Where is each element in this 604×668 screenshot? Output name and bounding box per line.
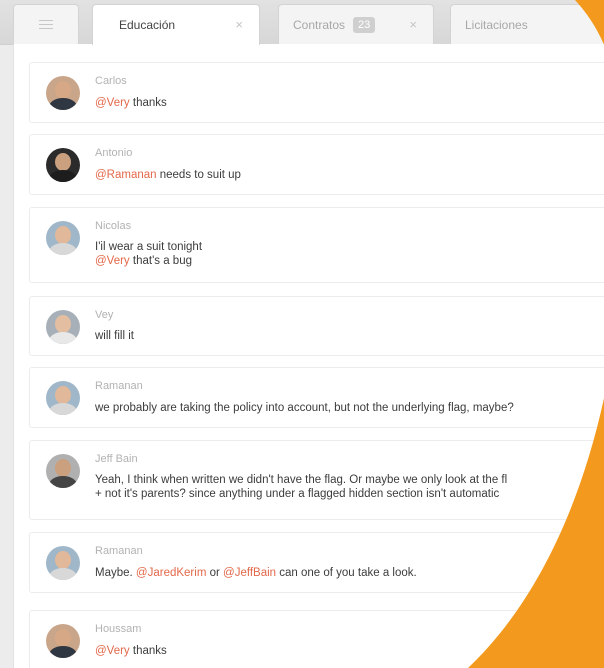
message-item[interactable]: Houssam @Very thanks <box>29 610 604 668</box>
author-name[interactable]: Jeff Bain <box>95 453 138 465</box>
mention-link[interactable]: @Ramanan <box>95 169 157 181</box>
author-name[interactable]: Ramanan <box>95 380 143 392</box>
author-name[interactable]: Ramanan <box>95 545 143 557</box>
mention-link[interactable]: @Very <box>95 97 130 109</box>
message-body: or <box>206 567 224 579</box>
avatar[interactable] <box>46 148 80 182</box>
author-name[interactable]: Nicolas <box>95 220 131 232</box>
close-icon[interactable]: × <box>235 17 243 32</box>
message-panel: Carlos @Very thanks Antonio @Ramanan nee… <box>13 44 604 668</box>
message-text: + not it's parents? since anything under… <box>95 488 500 500</box>
tab-educacion[interactable]: Educación × <box>92 4 260 45</box>
tab-licitaciones[interactable]: Licitaciones <box>450 4 604 44</box>
message-text: I'il wear a suit tonight <box>95 241 203 253</box>
tab-label: Contratos <box>293 17 346 32</box>
message-body: Maybe. <box>95 567 136 579</box>
message-body: that's a bug <box>129 255 192 267</box>
message-text: @Ramanan needs to suit up <box>95 168 241 182</box>
message-item[interactable]: Vey will fill it <box>29 296 604 356</box>
message-item[interactable]: Antonio @Ramanan needs to suit up <box>29 134 604 195</box>
tab-bar: Educación × Contratos 23 × Licitaciones <box>0 0 604 45</box>
message-text: Maybe. @JaredKerim or @JeffBain can one … <box>95 566 417 580</box>
avatar[interactable] <box>46 454 80 488</box>
avatar[interactable] <box>46 221 80 255</box>
message-body: thanks <box>129 97 167 109</box>
mention-link[interactable]: @JaredKerim <box>136 567 206 579</box>
message-text: we probably are taking the policy into a… <box>95 402 514 414</box>
avatar[interactable] <box>46 624 80 658</box>
avatar[interactable] <box>46 381 80 415</box>
chat-app: Educación × Contratos 23 × Licitaciones … <box>0 0 604 668</box>
mention-link[interactable]: @Very <box>95 255 130 267</box>
author-name[interactable]: Houssam <box>95 623 141 635</box>
tab-label: Educación <box>119 18 176 32</box>
message-item[interactable]: Jeff Bain Yeah, I think when written we … <box>29 440 604 520</box>
tab-contratos[interactable]: Contratos 23 × <box>278 4 434 44</box>
message-text: @Very thanks <box>95 96 167 110</box>
message-text: Yeah, I think when written we didn't hav… <box>95 474 508 486</box>
message-item[interactable]: Nicolas I'il wear a suit tonight @Very t… <box>29 207 604 283</box>
message-item[interactable]: Carlos @Very thanks <box>29 62 604 123</box>
message-text: will fill it <box>95 330 134 342</box>
message-text: @Very that's a bug <box>95 254 192 268</box>
message-item[interactable]: Ramanan Maybe. @JaredKerim or @JeffBain … <box>29 532 604 593</box>
message-body: can one of you take a look. <box>276 567 417 579</box>
message-body: needs to suit up <box>156 169 241 181</box>
author-name[interactable]: Carlos <box>95 75 127 87</box>
avatar[interactable] <box>46 546 80 580</box>
mention-link[interactable]: @JeffBain <box>223 567 276 579</box>
message-text: @Very thanks <box>95 644 167 658</box>
author-name[interactable]: Vey <box>95 309 113 321</box>
tab-label: Licitaciones <box>465 17 528 32</box>
close-icon[interactable]: × <box>409 17 417 32</box>
message-item[interactable]: Ramanan we probably are taking the polic… <box>29 367 604 428</box>
mention-link[interactable]: @Very <box>95 645 130 657</box>
avatar[interactable] <box>46 76 80 110</box>
list-icon <box>39 19 53 30</box>
tab-list[interactable] <box>13 4 79 44</box>
avatar[interactable] <box>46 310 80 344</box>
count-badge: 23 <box>353 16 376 33</box>
message-body: thanks <box>129 645 167 657</box>
author-name[interactable]: Antonio <box>95 147 132 159</box>
